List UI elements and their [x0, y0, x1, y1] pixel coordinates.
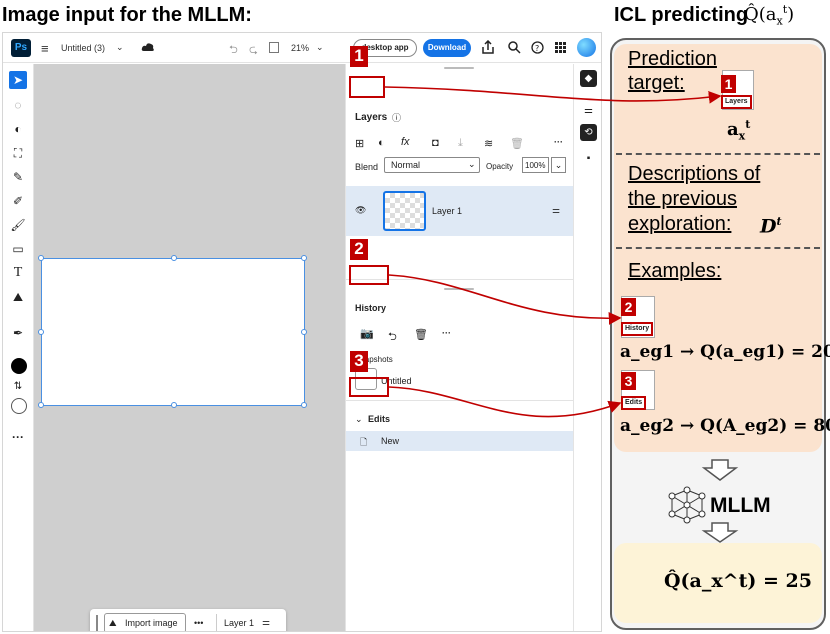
connector-arrows [384, 86, 722, 418]
